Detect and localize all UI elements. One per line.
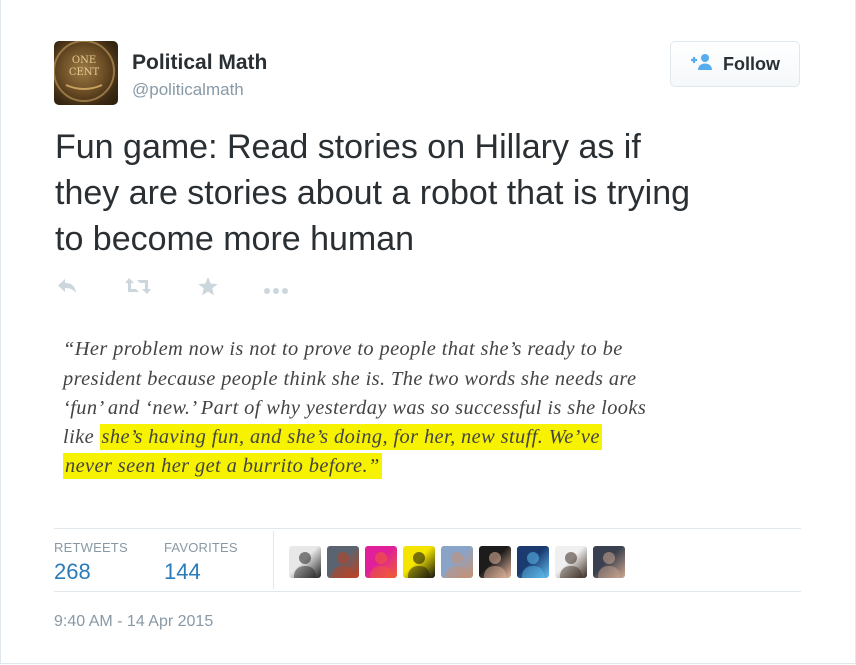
favorites-count[interactable]: 144 [164, 559, 201, 585]
quote-line: “Her problem now is not to prove to peop… [63, 338, 623, 360]
user-name[interactable]: Political Math [132, 51, 267, 75]
follow-label: Follow [723, 53, 780, 74]
add-user-icon [690, 53, 714, 76]
divider [54, 591, 801, 592]
tweet-text: Fun game: Read stories on Hillary as if … [55, 124, 815, 262]
user-handle[interactable]: @politicalmath [132, 80, 244, 100]
tweet-text-line: Fun game: Read stories on Hillary as if [55, 128, 641, 166]
star-icon[interactable] [197, 276, 219, 302]
quote-highlight: she’s having fun, and she’s doing, for h… [99, 424, 602, 450]
quote-highlight: never seen her get a burrito before.” [63, 453, 382, 479]
favoriter-5-avatar[interactable] [441, 546, 473, 578]
retweet-icon[interactable] [124, 276, 152, 301]
favorites-label: FAVORITES [164, 540, 238, 555]
follow-button[interactable]: Follow [670, 41, 800, 87]
reply-icon[interactable] [56, 276, 78, 301]
divider [54, 528, 801, 529]
favoriter-2-avatar[interactable] [327, 546, 359, 578]
favoriter-6-avatar[interactable] [479, 546, 511, 578]
quote-image[interactable]: “Her problem now is not to prove to peop… [50, 330, 790, 500]
retweets-label: RETWEETS [54, 540, 128, 555]
favoriter-avatars [289, 546, 625, 578]
timestamp[interactable]: 9:40 AM - 14 Apr 2015 [54, 613, 213, 631]
favoriter-1-avatar[interactable] [289, 546, 321, 578]
tweet-text-line: to become more human [55, 220, 415, 258]
favoriter-4-avatar[interactable] [403, 546, 435, 578]
favoriter-3-avatar[interactable] [365, 546, 397, 578]
retweets-count[interactable]: 268 [54, 559, 91, 585]
tweet-text-line: they are stories about a robot that is t… [55, 174, 691, 212]
quote-line: president because people think she is. T… [63, 368, 637, 390]
favoriter-8-avatar[interactable] [555, 546, 587, 578]
quote-text: like [63, 426, 100, 448]
avatar-text-2: CENT [69, 67, 100, 78]
more-dots-icon[interactable] [263, 282, 289, 300]
divider [273, 531, 274, 589]
favoriter-7-avatar[interactable] [517, 546, 549, 578]
quote-line: like she’s having fun, and she’s doing, … [63, 424, 602, 450]
quote-line: ‘fun’ and ‘new.’ Part of why yesterday w… [63, 397, 647, 419]
avatar-text-1: ONE [72, 55, 96, 66]
quote-line: never seen her get a burrito before.” [63, 453, 382, 479]
avatar[interactable]: ONE CENT [54, 41, 118, 105]
favoriter-9-avatar[interactable] [593, 546, 625, 578]
